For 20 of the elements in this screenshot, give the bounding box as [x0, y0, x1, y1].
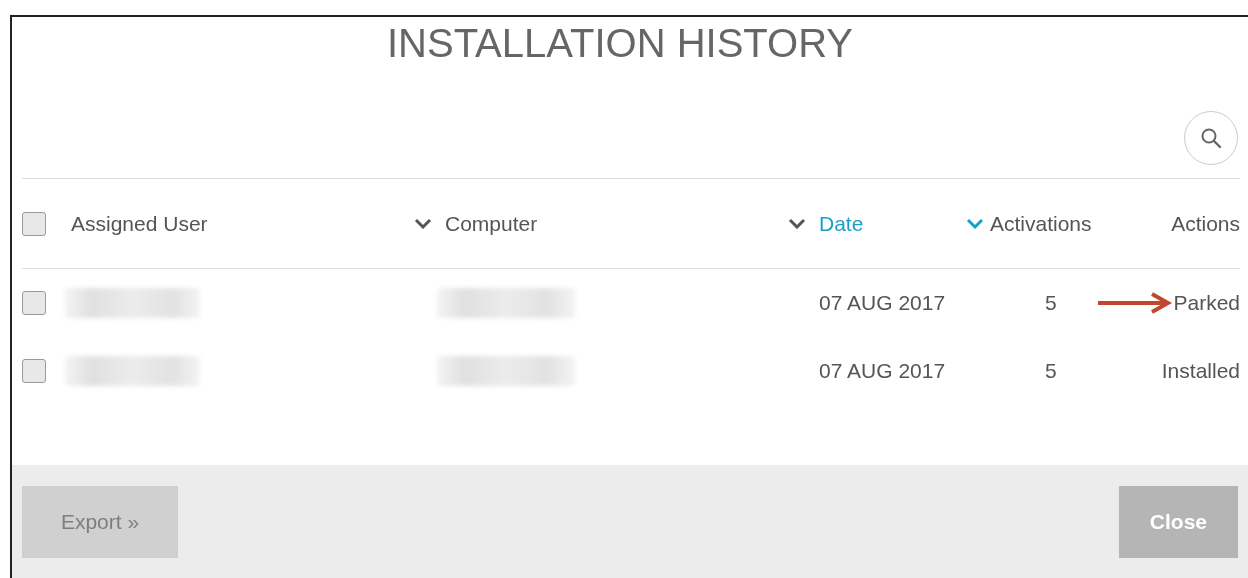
search-icon — [1200, 127, 1222, 149]
row-checkbox[interactable] — [22, 359, 46, 383]
column-header: Actions — [1171, 211, 1240, 236]
chevron-down-icon[interactable] — [788, 218, 806, 229]
close-button[interactable]: Close — [1118, 485, 1238, 558]
table-cell: Parked — [1173, 291, 1240, 315]
table-cell-text: 5 — [1044, 359, 1058, 383]
table-cell: Installed — [1161, 359, 1240, 383]
search-button[interactable] — [1184, 111, 1238, 165]
dialog-title: INSTALLATION HISTORY — [385, 20, 854, 67]
chevron-down-icon[interactable] — [414, 218, 432, 229]
select-all-checkbox[interactable] — [22, 211, 46, 236]
row-checkbox[interactable] — [22, 291, 46, 315]
column-header: Activations — [990, 211, 1093, 236]
table-cell-text: 07 AUG 2017 — [819, 359, 947, 383]
table-cell-text: 5 — [1044, 291, 1058, 315]
column-header[interactable]: Computer — [445, 211, 775, 236]
column-header[interactable]: Date — [819, 211, 959, 236]
column-header[interactable]: Assigned User — [71, 211, 401, 236]
table-cell-text: 07 AUG 2017 — [819, 291, 947, 315]
